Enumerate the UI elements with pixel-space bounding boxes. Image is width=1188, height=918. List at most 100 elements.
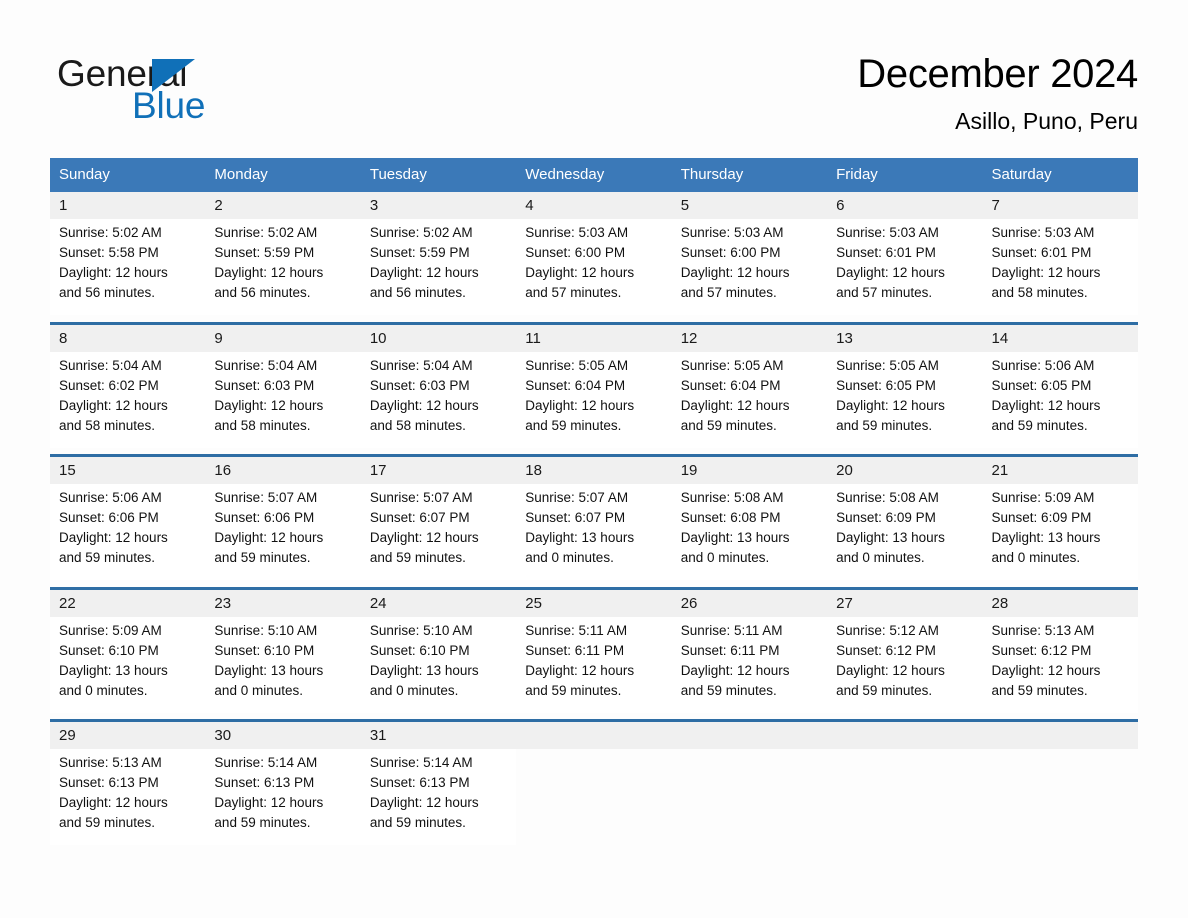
day-number[interactable]: 30 <box>205 719 361 749</box>
daylight-text-line2: and 59 minutes. <box>991 417 1088 433</box>
day-cell: Sunrise: 5:12 AM Sunset: 6:12 PM Daylight:… <box>827 616 983 713</box>
sunset-text: Sunset: 5:58 PM <box>59 245 159 260</box>
sunrise-text: Sunrise: 5:08 AM <box>836 490 939 505</box>
sunset-text: Sunset: 6:07 PM <box>525 510 626 525</box>
day-number[interactable]: 10 <box>360 321 517 352</box>
sunset-text: Sunset: 6:06 PM <box>59 510 159 525</box>
sunrise-text: Sunrise: 5:09 AM <box>59 622 162 638</box>
day-number[interactable]: 1 <box>50 192 206 219</box>
sunset-text: Sunset: 6:05 PM <box>991 377 1092 393</box>
day-cell: Sunrise: 5:10 AM Sunset: 6:10 PM Daylight:… <box>205 616 361 713</box>
daylight-text-line1: Daylight: 12 hours <box>214 795 324 810</box>
day-cell: Sunrise: 5:13 AM Sunset: 6:13 PM Daylight:… <box>50 749 206 845</box>
day-number[interactable]: 27 <box>827 586 983 617</box>
day-number[interactable]: 3 <box>360 192 517 219</box>
sunset-text: Sunset: 6:10 PM <box>369 642 470 658</box>
weekday-header-thursday: Thursday <box>671 158 828 192</box>
daylight-text-line1: Daylight: 13 hours <box>991 530 1101 545</box>
sunset-text: Sunset: 6:10 PM <box>214 642 315 658</box>
daylight-text-line1: Daylight: 12 hours <box>680 662 790 678</box>
sunset-text: Sunset: 6:09 PM <box>836 510 936 525</box>
day-cell: Sunrise: 5:10 AM Sunset: 6:10 PM Daylight:… <box>360 616 517 713</box>
day-cell-empty <box>982 749 1138 845</box>
sunset-text: Sunset: 6:00 PM <box>525 245 626 260</box>
daylight-text-line2: and 59 minutes. <box>214 815 311 830</box>
daylight-text-line1: Daylight: 12 hours <box>525 662 635 678</box>
day-number[interactable]: 7 <box>982 192 1138 219</box>
day-cell: Sunrise: 5:03 AM Sunset: 6:00 PM Daylight:… <box>671 219 828 315</box>
day-number[interactable]: 22 <box>50 586 206 617</box>
sunrise-text: Sunrise: 5:14 AM <box>214 755 318 770</box>
daylight-text-line2: and 59 minutes. <box>836 682 933 698</box>
day-number[interactable]: 16 <box>205 454 361 484</box>
week-spacer-row <box>50 580 1138 588</box>
daylight-text-line2: and 59 minutes. <box>214 550 311 565</box>
day-cell: Sunrise: 5:02 AM Sunset: 5:59 PM Daylight:… <box>360 219 517 315</box>
day-number[interactable]: 9 <box>205 321 361 352</box>
day-number[interactable]: 21 <box>982 454 1138 484</box>
general-blue-logo[interactable]: General Blue <box>57 52 317 126</box>
daylight-text-line2: and 56 minutes. <box>214 285 311 300</box>
sunset-text: Sunset: 6:09 PM <box>991 510 1092 525</box>
day-cell: Sunrise: 5:07 AM Sunset: 6:07 PM Daylight:… <box>516 484 672 580</box>
day-number[interactable]: 13 <box>827 321 983 352</box>
daylight-text-line1: Daylight: 13 hours <box>369 662 479 678</box>
weekday-header-sunday: Sunday <box>50 158 206 192</box>
daylight-text-line1: Daylight: 12 hours <box>836 265 945 280</box>
daylight-text-line2: and 59 minutes. <box>59 815 156 830</box>
day-cell: Sunrise: 5:02 AM Sunset: 5:59 PM Daylight:… <box>205 219 361 315</box>
week-detail-row: Sunrise: 5:02 AM Sunset: 5:58 PM Daylight:… <box>50 219 1138 315</box>
sunrise-text: Sunrise: 5:05 AM <box>836 357 939 373</box>
day-number[interactable]: 17 <box>360 454 517 484</box>
day-number[interactable]: 23 <box>205 586 361 617</box>
daylight-text-line1: Daylight: 12 hours <box>836 397 945 413</box>
sunset-text: Sunset: 6:13 PM <box>369 775 470 790</box>
page-title: December 2024 <box>857 52 1138 96</box>
day-number[interactable]: 5 <box>671 192 828 219</box>
daylight-text-line1: Daylight: 12 hours <box>214 265 324 280</box>
day-number[interactable]: 18 <box>516 454 672 484</box>
daylight-text-line2: and 59 minutes. <box>369 815 466 830</box>
week-spacer-row <box>50 315 1138 323</box>
day-number[interactable]: 19 <box>671 454 828 484</box>
daylight-text-line2: and 0 minutes. <box>991 550 1081 565</box>
day-cell: Sunrise: 5:11 AM Sunset: 6:11 PM Daylight:… <box>516 616 672 713</box>
sunset-text: Sunset: 6:13 PM <box>214 775 315 790</box>
day-number[interactable]: 24 <box>360 586 517 617</box>
day-number[interactable]: 29 <box>50 719 206 749</box>
daylight-text-line2: and 59 minutes. <box>59 550 156 565</box>
day-number[interactable]: 28 <box>982 586 1138 617</box>
day-number[interactable]: 11 <box>516 321 672 352</box>
day-number[interactable]: 8 <box>50 321 206 352</box>
sunset-text: Sunset: 6:12 PM <box>836 642 936 658</box>
day-number-empty <box>827 719 983 749</box>
sunrise-text: Sunrise: 5:03 AM <box>836 225 939 240</box>
daylight-text-line1: Daylight: 12 hours <box>59 265 168 280</box>
day-number[interactable]: 15 <box>50 454 206 484</box>
daylight-text-line1: Daylight: 12 hours <box>214 530 324 545</box>
day-number[interactable]: 12 <box>671 321 828 352</box>
daylight-text-line1: Daylight: 13 hours <box>525 530 635 545</box>
daylight-text-line2: and 56 minutes. <box>59 285 156 300</box>
day-number[interactable]: 31 <box>360 719 517 749</box>
daylight-text-line2: and 0 minutes. <box>369 682 459 698</box>
day-number[interactable]: 4 <box>516 192 672 219</box>
daylight-text-line1: Daylight: 12 hours <box>525 397 635 413</box>
day-number[interactable]: 2 <box>205 192 361 219</box>
day-number[interactable]: 26 <box>671 586 828 617</box>
day-cell: Sunrise: 5:14 AM Sunset: 6:13 PM Daylight:… <box>360 749 517 845</box>
day-number[interactable]: 14 <box>982 321 1138 352</box>
day-number[interactable]: 20 <box>827 454 983 484</box>
sunset-text: Sunset: 6:07 PM <box>369 510 470 525</box>
week-daynumber-row: 22 23 24 25 26 27 28 <box>50 586 1138 617</box>
sunset-text: Sunset: 6:06 PM <box>214 510 315 525</box>
day-cell: Sunrise: 5:07 AM Sunset: 6:06 PM Daylight:… <box>205 484 361 580</box>
week-detail-row: Sunrise: 5:04 AM Sunset: 6:02 PM Daylight:… <box>50 351 1138 448</box>
day-number[interactable]: 25 <box>516 586 672 617</box>
daylight-text-line1: Daylight: 12 hours <box>680 397 790 413</box>
day-cell: Sunrise: 5:06 AM Sunset: 6:05 PM Daylight:… <box>982 351 1138 448</box>
day-cell: Sunrise: 5:13 AM Sunset: 6:12 PM Daylight:… <box>982 616 1138 713</box>
day-number[interactable]: 6 <box>827 192 983 219</box>
page-subtitle-location: Asillo, Puno, Peru <box>955 108 1138 134</box>
day-cell: Sunrise: 5:14 AM Sunset: 6:13 PM Daylight:… <box>205 749 361 845</box>
